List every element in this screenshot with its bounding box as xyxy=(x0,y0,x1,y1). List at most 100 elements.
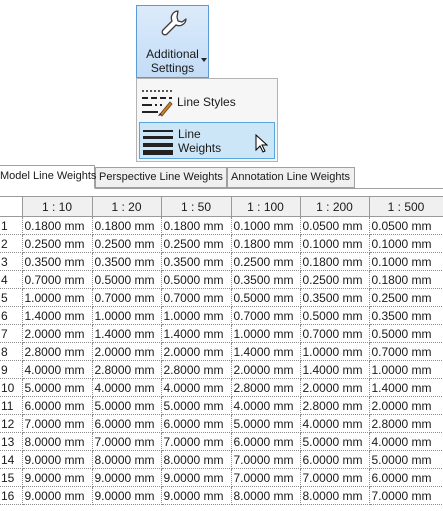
line-weight-cell[interactable]: 1.4000 mm xyxy=(299,360,370,379)
column-header[interactable]: 1 : 500 xyxy=(368,196,443,217)
column-header[interactable]: 1 : 10 xyxy=(21,196,93,217)
line-weight-cell[interactable]: 9.0000 mm xyxy=(21,450,93,469)
line-weight-cell[interactable]: 5.0000 mm xyxy=(230,414,301,433)
line-weight-cell[interactable]: 0.7000 mm xyxy=(91,288,162,307)
line-weight-cell[interactable]: 4.0000 mm xyxy=(299,414,370,433)
line-weight-cell[interactable]: 0.1800 mm xyxy=(21,216,93,235)
line-weight-cell[interactable]: 0.1800 mm xyxy=(91,216,162,235)
line-weight-cell[interactable]: 7.0000 mm xyxy=(160,432,232,451)
line-weight-cell[interactable]: 0.1800 mm xyxy=(230,234,301,253)
column-header[interactable]: 1 : 200 xyxy=(299,196,370,217)
line-weight-cell[interactable]: 1.4000 mm xyxy=(91,324,162,343)
line-weight-cell[interactable]: 2.0000 mm xyxy=(299,378,370,397)
line-weight-cell[interactable]: 2.0000 mm xyxy=(160,342,232,361)
line-weight-cell[interactable]: 0.1800 mm xyxy=(299,252,370,271)
line-weight-cell[interactable]: 6.0000 mm xyxy=(299,450,370,469)
line-weight-cell[interactable]: 1.0000 mm xyxy=(299,342,370,361)
line-weight-cell[interactable]: 8.0000 mm xyxy=(21,432,93,451)
line-weight-cell[interactable]: 0.1800 mm xyxy=(368,270,443,289)
line-weight-cell[interactable]: 6.0000 mm xyxy=(160,414,232,433)
line-weight-cell[interactable]: 2.8000 mm xyxy=(21,342,93,361)
line-weight-cell[interactable]: 0.5000 mm xyxy=(299,306,370,325)
line-weight-cell[interactable]: 9.0000 mm xyxy=(160,486,232,505)
line-weight-cell[interactable]: 1.4000 mm xyxy=(230,342,301,361)
line-weight-cell[interactable]: 0.2500 mm xyxy=(91,234,162,253)
line-weight-cell[interactable]: 9.0000 mm xyxy=(21,468,93,487)
line-weight-cell[interactable]: 0.2500 mm xyxy=(230,252,301,271)
tab-model-line-weights[interactable]: Model Line Weights xyxy=(0,165,96,189)
line-weight-cell[interactable]: 0.5000 mm xyxy=(91,270,162,289)
line-weight-cell[interactable]: 0.0500 mm xyxy=(368,216,443,235)
line-weight-cell[interactable]: 8.0000 mm xyxy=(91,450,162,469)
line-weight-cell[interactable]: 2.0000 mm xyxy=(230,360,301,379)
line-weight-cell[interactable]: 4.0000 mm xyxy=(91,378,162,397)
tab-perspective-line-weights[interactable]: Perspective Line Weights xyxy=(95,167,227,188)
line-weight-cell[interactable]: 1.4000 mm xyxy=(160,324,232,343)
line-weight-cell[interactable]: 0.3500 mm xyxy=(160,252,232,271)
line-weight-cell[interactable]: 7.0000 mm xyxy=(299,468,370,487)
line-weight-cell[interactable]: 9.0000 mm xyxy=(21,486,93,505)
line-weight-cell[interactable]: 7.0000 mm xyxy=(230,468,301,487)
line-weight-cell[interactable]: 5.0000 mm xyxy=(91,396,162,415)
line-weight-cell[interactable]: 0.5000 mm xyxy=(230,288,301,307)
column-header[interactable]: 1 : 50 xyxy=(160,196,232,217)
line-weight-cell[interactable]: 9.0000 mm xyxy=(160,468,232,487)
line-weight-cell[interactable]: 0.3500 mm xyxy=(299,288,370,307)
line-weight-cell[interactable]: 0.7000 mm xyxy=(160,288,232,307)
line-weight-cell[interactable]: 5.0000 mm xyxy=(299,432,370,451)
line-weight-cell[interactable]: 0.2500 mm xyxy=(368,288,443,307)
additional-settings-button[interactable]: Additional Settings xyxy=(136,5,209,78)
line-weight-cell[interactable]: 0.7000 mm xyxy=(21,270,93,289)
line-weight-cell[interactable]: 8.0000 mm xyxy=(230,486,301,505)
line-weight-cell[interactable]: 1.0000 mm xyxy=(368,360,443,379)
line-weight-cell[interactable]: 2.8000 mm xyxy=(91,360,162,379)
line-weight-cell[interactable]: 1.0000 mm xyxy=(21,288,93,307)
line-weight-cell[interactable]: 0.7000 mm xyxy=(230,306,301,325)
line-weight-cell[interactable]: 4.0000 mm xyxy=(230,396,301,415)
line-weight-cell[interactable]: 7.0000 mm xyxy=(368,486,443,505)
line-weight-cell[interactable]: 9.0000 mm xyxy=(91,486,162,505)
line-weight-cell[interactable]: 8.0000 mm xyxy=(160,450,232,469)
line-weight-cell[interactable]: 4.0000 mm xyxy=(160,378,232,397)
line-weight-cell[interactable]: 2.0000 mm xyxy=(368,396,443,415)
menu-item-line-weights[interactable]: Line Weights xyxy=(139,122,275,159)
line-weight-cell[interactable]: 5.0000 mm xyxy=(160,396,232,415)
line-weight-cell[interactable]: 0.2500 mm xyxy=(21,234,93,253)
line-weight-cell[interactable]: 4.0000 mm xyxy=(21,360,93,379)
line-weight-cell[interactable]: 2.0000 mm xyxy=(21,324,93,343)
tab-annotation-line-weights[interactable]: Annotation Line Weights xyxy=(227,167,355,188)
line-weight-cell[interactable]: 2.8000 mm xyxy=(368,414,443,433)
line-weight-cell[interactable]: 1.4000 mm xyxy=(368,378,443,397)
line-weight-cell[interactable]: 0.2500 mm xyxy=(160,234,232,253)
line-weight-cell[interactable]: 0.1800 mm xyxy=(160,216,232,235)
line-weight-cell[interactable]: 0.1000 mm xyxy=(230,216,301,235)
line-weight-cell[interactable]: 2.8000 mm xyxy=(230,378,301,397)
line-weight-cell[interactable]: 1.4000 mm xyxy=(21,306,93,325)
menu-item-line-styles[interactable]: Line Styles xyxy=(139,83,275,120)
line-weight-cell[interactable]: 0.1000 mm xyxy=(368,252,443,271)
line-weight-cell[interactable]: 6.0000 mm xyxy=(230,432,301,451)
line-weight-cell[interactable]: 0.2500 mm xyxy=(299,270,370,289)
line-weight-cell[interactable]: 1.0000 mm xyxy=(230,324,301,343)
line-weight-cell[interactable]: 7.0000 mm xyxy=(21,414,93,433)
line-weight-cell[interactable]: 0.1000 mm xyxy=(368,234,443,253)
line-weight-cell[interactable]: 6.0000 mm xyxy=(368,468,443,487)
line-weight-cell[interactable]: 0.5000 mm xyxy=(368,324,443,343)
line-weight-cell[interactable]: 1.0000 mm xyxy=(160,306,232,325)
line-weight-cell[interactable]: 0.3500 mm xyxy=(21,252,93,271)
line-weight-cell[interactable]: 0.1000 mm xyxy=(299,234,370,253)
line-weight-cell[interactable]: 5.0000 mm xyxy=(21,378,93,397)
line-weight-cell[interactable]: 6.0000 mm xyxy=(91,414,162,433)
column-header[interactable]: 1 : 20 xyxy=(91,196,162,217)
line-weight-cell[interactable]: 0.7000 mm xyxy=(368,342,443,361)
line-weight-cell[interactable]: 2.8000 mm xyxy=(299,396,370,415)
line-weight-cell[interactable]: 0.7000 mm xyxy=(299,324,370,343)
line-weight-cell[interactable]: 0.0500 mm xyxy=(299,216,370,235)
line-weight-cell[interactable]: 7.0000 mm xyxy=(91,432,162,451)
line-weight-cell[interactable]: 2.0000 mm xyxy=(91,342,162,361)
line-weight-cell[interactable]: 6.0000 mm xyxy=(21,396,93,415)
line-weight-cell[interactable]: 2.8000 mm xyxy=(160,360,232,379)
line-weight-cell[interactable]: 0.5000 mm xyxy=(160,270,232,289)
line-weight-cell[interactable]: 4.0000 mm xyxy=(368,432,443,451)
line-weight-cell[interactable]: 5.0000 mm xyxy=(368,450,443,469)
